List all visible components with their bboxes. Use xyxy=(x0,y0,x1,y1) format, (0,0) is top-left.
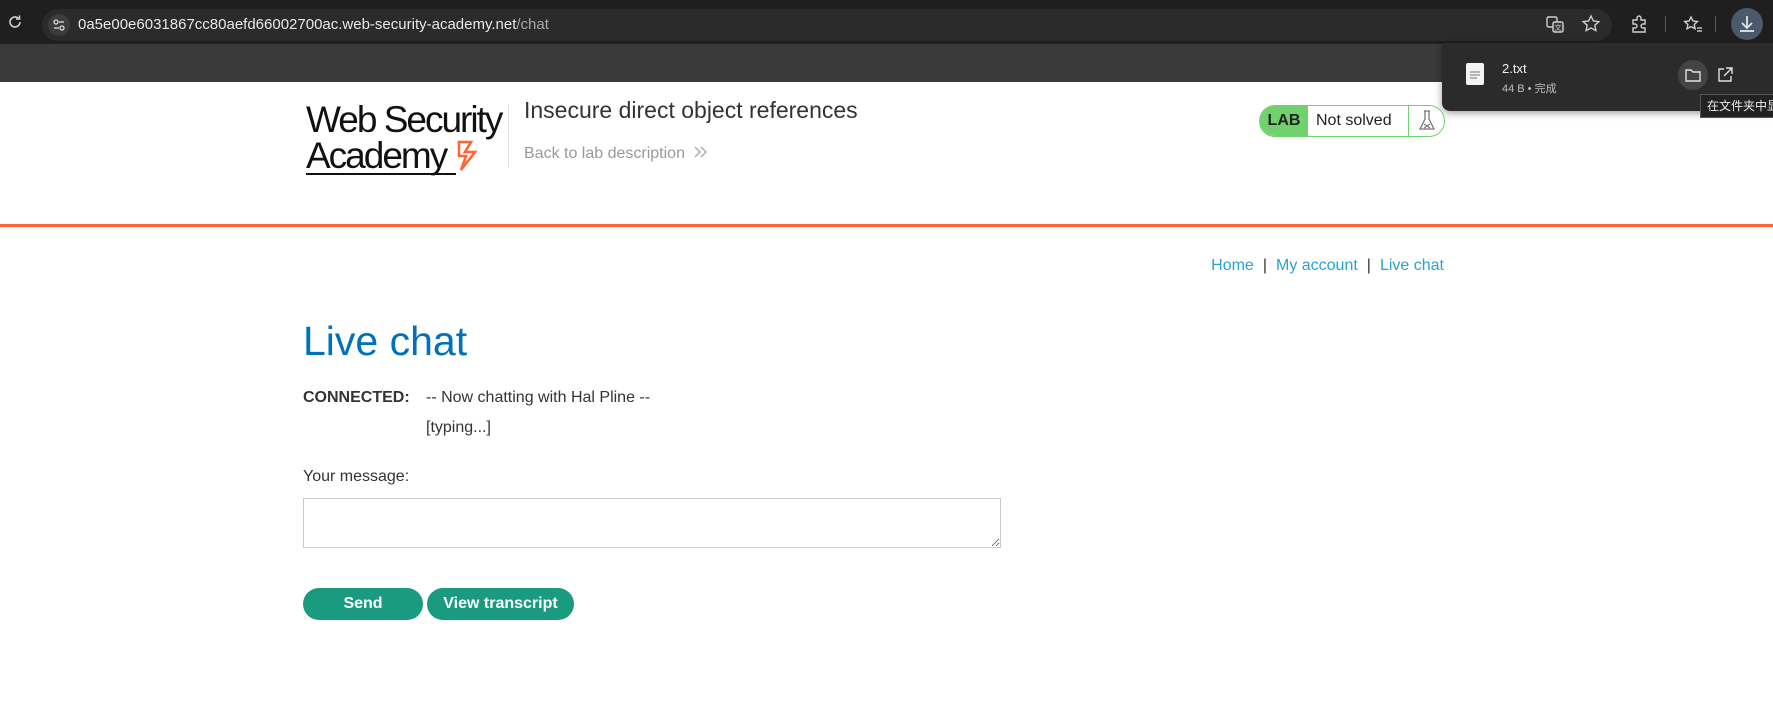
message-label: Your message: xyxy=(303,468,410,485)
academy-logo[interactable]: Web Security Academy xyxy=(306,99,503,176)
browser-toolbar: 0a5e00e6031867cc80aefd66002700ac.web-sec… xyxy=(0,0,1773,44)
top-nav: Home | My account | Live chat xyxy=(1211,257,1444,275)
double-chevron-right-icon xyxy=(694,146,708,158)
header-rule xyxy=(0,224,1773,227)
tooltip: 在文件夹中显 xyxy=(1700,94,1773,118)
chat-status-label: CONNECTED: xyxy=(303,389,410,406)
logo-line-2: Academy xyxy=(306,135,501,176)
show-in-folder-button[interactable] xyxy=(1678,60,1708,90)
back-to-lab-link[interactable]: Back to lab description xyxy=(524,145,709,163)
address-bar[interactable]: 0a5e00e6031867cc80aefd66002700ac.web-sec… xyxy=(42,9,1612,41)
text-file-icon xyxy=(1466,63,1484,85)
flask-icon xyxy=(1408,106,1444,136)
svg-text:文: 文 xyxy=(1555,23,1562,32)
download-button[interactable] xyxy=(1731,8,1763,40)
reload-icon[interactable] xyxy=(7,14,23,30)
lab-badge-status: Not solved xyxy=(1316,112,1392,129)
bookmark-star-icon[interactable] xyxy=(1581,14,1601,34)
url-text[interactable]: 0a5e00e6031867cc80aefd66002700ac.web-sec… xyxy=(78,16,549,33)
logo-underline xyxy=(306,173,456,175)
download-meta: 44 B • 完成 xyxy=(1502,83,1557,95)
download-filename[interactable]: 2.txt xyxy=(1502,61,1527,76)
download-icon xyxy=(1740,16,1754,32)
lab-title: Insecure direct object references xyxy=(524,97,858,123)
message-input[interactable] xyxy=(303,498,1001,548)
toolbar-divider xyxy=(1715,16,1716,32)
lab-badge-label: LAB xyxy=(1260,106,1308,136)
send-button[interactable]: Send xyxy=(303,588,423,620)
site-info-icon[interactable] xyxy=(48,14,70,36)
url-path: /chat xyxy=(516,16,549,33)
nav-home[interactable]: Home xyxy=(1211,257,1254,274)
nav-my-account[interactable]: My account xyxy=(1276,257,1358,274)
typing-indicator: [typing...] xyxy=(426,419,491,436)
url-host: 0a5e00e6031867cc80aefd66002700ac.web-sec… xyxy=(78,16,517,33)
open-external-icon[interactable] xyxy=(1715,65,1735,85)
nav-separator: | xyxy=(1262,257,1267,274)
page-title: Live chat xyxy=(303,318,468,364)
header-divider xyxy=(508,104,509,168)
chat-message: -- Now chatting with Hal Pline -- xyxy=(426,389,651,406)
bookmarks-icon[interactable] xyxy=(1683,14,1703,34)
logo-line-1: Web Security xyxy=(306,99,503,140)
folder-icon xyxy=(1685,69,1701,82)
nav-separator: | xyxy=(1366,257,1371,274)
logo-line-2-text: Academy xyxy=(306,135,448,176)
back-link-text: Back to lab description xyxy=(524,145,685,162)
extensions-icon[interactable] xyxy=(1629,14,1649,34)
lab-status-badge: LAB Not solved xyxy=(1259,105,1445,137)
translate-icon[interactable]: 文 xyxy=(1545,14,1565,34)
toolbar-divider xyxy=(1665,16,1666,32)
nav-live-chat[interactable]: Live chat xyxy=(1380,257,1444,274)
view-transcript-button[interactable]: View transcript xyxy=(427,588,574,620)
logo-bolt-icon xyxy=(457,140,478,171)
